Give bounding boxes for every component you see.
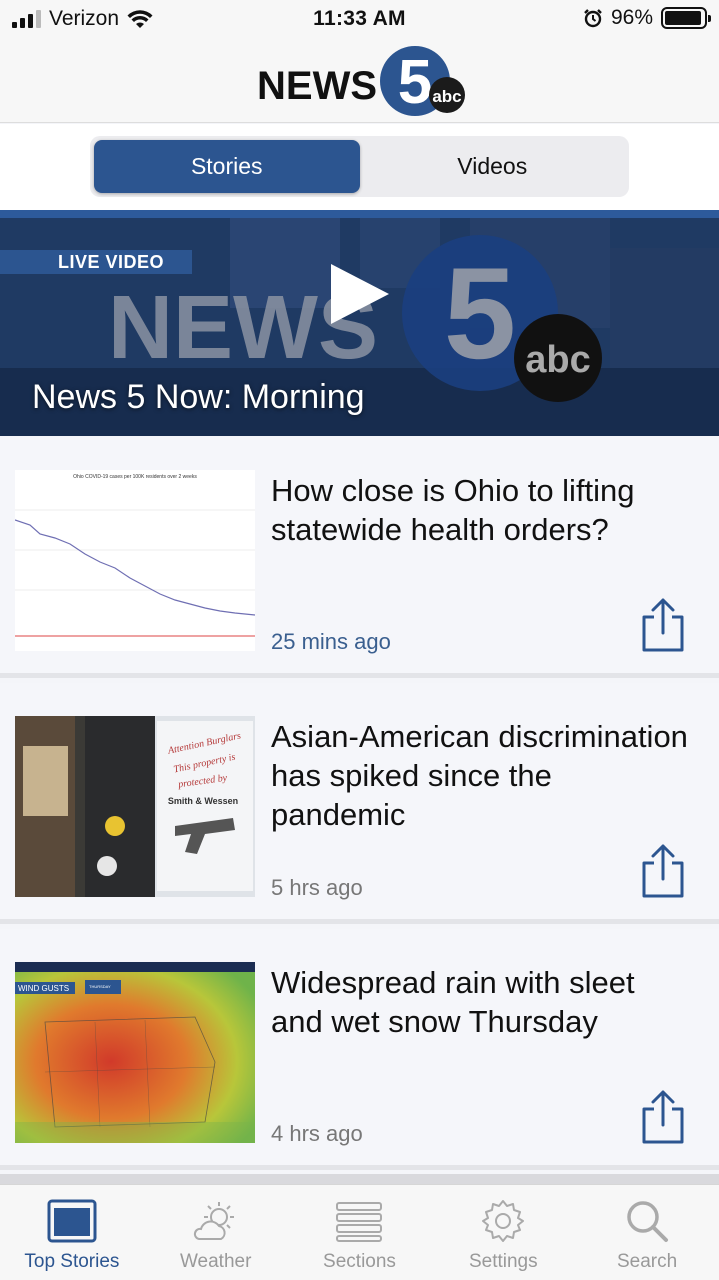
story-timestamp: 5 hrs ago [271, 875, 363, 900]
story-thumbnail-wind-gusts-map: WIND GUSTS THURSDAY [15, 962, 255, 1143]
battery-percent: 96% [610, 6, 653, 29]
tab-label: Search [616, 1251, 678, 1272]
top-stories-icon [47, 1199, 97, 1243]
story-headline[interactable]: Widespread rain with sleet and wet snow … [271, 963, 691, 1041]
svg-text:Smith & Wessen: Smith & Wessen [168, 796, 238, 806]
tab-label: Weather [179, 1251, 252, 1272]
share-icon[interactable] [640, 843, 686, 899]
story-timestamp: 4 hrs ago [271, 1121, 363, 1146]
segment-bar: Stories Videos [0, 124, 719, 210]
svg-text:5: 5 [398, 48, 432, 117]
tab-weather[interactable]: Weather [144, 1185, 288, 1280]
settings-icon [482, 1200, 525, 1242]
stories-videos-segment: Stories Videos [90, 136, 629, 197]
tab-settings[interactable]: Settings [431, 1185, 575, 1280]
story-thumbnail-store-window: Attention Burglars This property is prot… [15, 716, 255, 897]
svg-text:THURSDAY: THURSDAY [89, 984, 111, 989]
app-header: NEWS 5 abc [0, 40, 719, 123]
story-headline[interactable]: How close is Ohio to lifting statewide h… [271, 471, 691, 549]
svg-text:NEWS: NEWS [257, 64, 377, 108]
live-video-badge: LIVE VIDEO [0, 250, 192, 274]
play-icon[interactable] [327, 262, 391, 326]
story-headline[interactable]: Asian-American discrimination has spiked… [271, 717, 691, 834]
next-story-edge [0, 1174, 719, 1184]
alarm-icon [584, 9, 602, 28]
status-bar: Verizon 11:33 AM 96% [0, 0, 719, 40]
live-video-card[interactable]: NEWS 5 abc LIVE VIDEO News 5 Now: Mornin… [0, 210, 719, 436]
news5-logo: NEWS 5 abc [257, 46, 465, 117]
bottom-tab-bar: Top Stories Weather Sections Settings Se… [0, 1184, 719, 1280]
svg-text:5: 5 [444, 240, 516, 386]
tab-label: Sections [323, 1251, 396, 1272]
tab-label: Top Stories [24, 1251, 120, 1272]
svg-text:Ohio COVID-19 cases per 100K r: Ohio COVID-19 cases per 100K residents o… [73, 474, 197, 480]
svg-text:WIND GUSTS: WIND GUSTS [18, 984, 69, 993]
tab-top-stories[interactable]: Top Stories [0, 1185, 144, 1280]
tab-label: Settings [468, 1251, 538, 1272]
segment-videos[interactable]: Videos [360, 140, 626, 193]
story-card[interactable]: Ohio COVID-19 cases per 100K residents o… [0, 437, 719, 678]
search-icon [627, 1201, 669, 1242]
share-icon[interactable] [640, 597, 686, 653]
live-video-title: News 5 Now: Morning [32, 378, 365, 416]
weather-icon [193, 1202, 234, 1240]
battery-icon [661, 7, 711, 29]
story-thumbnail-covid-chart: Ohio COVID-19 cases per 100K residents o… [15, 470, 255, 651]
story-card[interactable]: Attention Burglars This property is prot… [0, 683, 719, 924]
sections-icon [336, 1202, 383, 1242]
share-icon[interactable] [640, 1089, 686, 1145]
svg-text:abc: abc [432, 87, 461, 106]
tab-search[interactable]: Search [575, 1185, 719, 1280]
tab-sections[interactable]: Sections [288, 1185, 432, 1280]
story-timestamp: 25 mins ago [271, 629, 391, 654]
segment-stories[interactable]: Stories [94, 140, 360, 193]
story-card[interactable]: WIND GUSTS THURSDAY Widespread rain with… [0, 929, 719, 1170]
svg-text:abc: abc [525, 339, 590, 381]
